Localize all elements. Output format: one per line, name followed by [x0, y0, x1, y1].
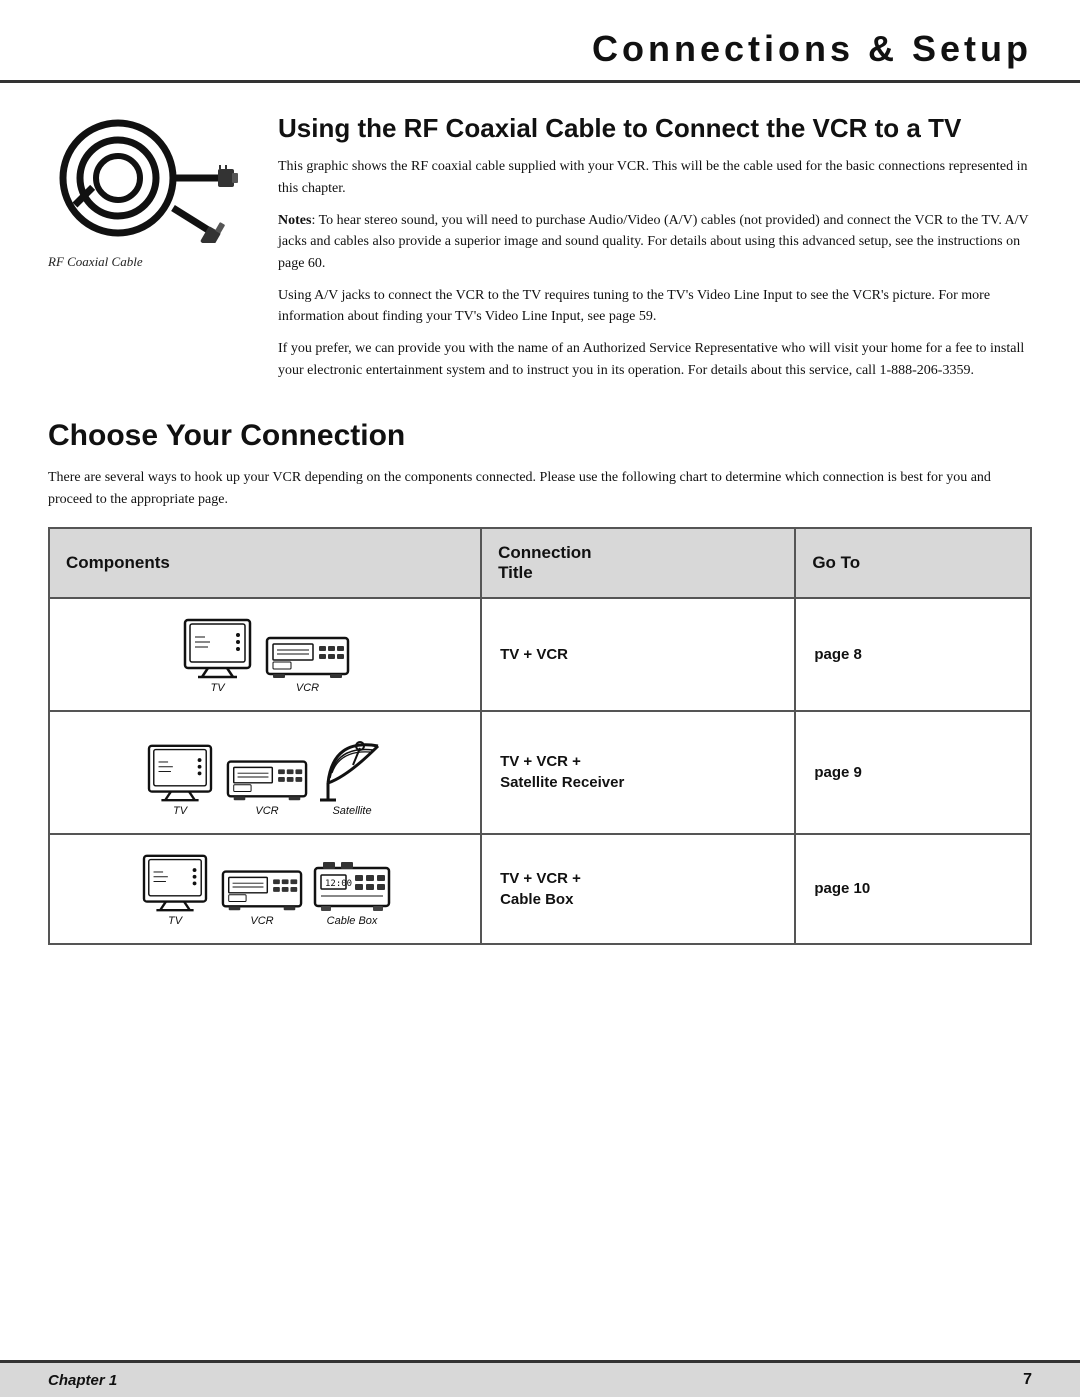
vcr-label-3: VCR — [250, 915, 273, 927]
components-cell-1: TV — [49, 598, 481, 711]
page-title: Connections & Setup — [48, 28, 1032, 70]
rf-caption: RF Coaxial Cable — [48, 254, 248, 270]
rf-cable-image — [48, 113, 238, 243]
choose-title: Choose Your Connection — [48, 419, 1032, 453]
tv-icon-2 — [144, 741, 216, 803]
rf-paragraph-3: Using A/V jacks to connect the VCR to th… — [278, 285, 1032, 328]
connection-table: Components ConnectionTitle Go To — [48, 527, 1032, 945]
table-row: TV — [49, 598, 1031, 711]
goto-cell-1: page 8 — [795, 598, 1031, 711]
page-header: Connections & Setup — [0, 0, 1080, 83]
goto-cell-2: page 9 — [795, 711, 1031, 834]
tv-icon-3 — [139, 851, 211, 913]
cablebox-device: 12:00 — [313, 858, 391, 927]
vcr-device-2: VCR — [226, 753, 308, 817]
page-footer: Chapter 1 7 — [0, 1360, 1080, 1397]
cablebox-icon: 12:00 — [313, 858, 391, 913]
table-row: TV — [49, 834, 1031, 944]
title-cell-2: TV + VCR +Satellite Receiver — [481, 711, 795, 834]
vcr-icon-3 — [221, 863, 303, 913]
device-row-3: TV — [68, 851, 462, 927]
title-cell-3: TV + VCR +Cable Box — [481, 834, 795, 944]
choose-section: Choose Your Connection There are several… — [48, 419, 1032, 944]
tv-device-1: TV — [180, 615, 255, 694]
components-cell-2: TV — [49, 711, 481, 834]
vcr-label-1: VCR — [296, 682, 319, 694]
footer-chapter: Chapter 1 — [48, 1372, 117, 1389]
rf-paragraph-2: Notes: To hear stereo sound, you will ne… — [278, 210, 1032, 275]
goto-cell-3: page 10 — [795, 834, 1031, 944]
tv-label-3: TV — [168, 915, 182, 927]
rf-section: RF Coaxial Cable Using the RF Coaxial Ca… — [48, 113, 1032, 391]
device-row-1: TV — [68, 615, 462, 694]
tv-label-1: TV — [211, 682, 225, 694]
rf-text-column: Using the RF Coaxial Cable to Connect th… — [278, 113, 1032, 391]
rf-image-column: RF Coaxial Cable — [48, 113, 248, 391]
tv-icon-1 — [180, 615, 255, 680]
components-cell-3: TV — [49, 834, 481, 944]
rf-paragraph-4: If you prefer, we can provide you with t… — [278, 338, 1032, 381]
goto-header: Go To — [795, 528, 1031, 598]
vcr-icon-2 — [226, 753, 308, 803]
title-cell-1: TV + VCR — [481, 598, 795, 711]
device-row-2: TV — [68, 728, 462, 817]
svg-text:12:00: 12:00 — [325, 879, 352, 889]
tv-device-3: TV — [139, 851, 211, 927]
footer-page: 7 — [1023, 1371, 1032, 1389]
satellite-icon — [318, 728, 386, 803]
cablebox-label: Cable Box — [327, 915, 378, 927]
main-content: RF Coaxial Cable Using the RF Coaxial Ca… — [0, 83, 1080, 965]
choose-intro: There are several ways to hook up your V… — [48, 467, 1032, 510]
table-row: TV — [49, 711, 1031, 834]
table-header-row: Components ConnectionTitle Go To — [49, 528, 1031, 598]
tv-device-2: TV — [144, 741, 216, 817]
vcr-device-1: VCR — [265, 630, 350, 694]
vcr-device-3: VCR — [221, 863, 303, 927]
rf-paragraph-1: This graphic shows the RF coaxial cable … — [278, 156, 1032, 199]
satellite-label: Satellite — [332, 805, 371, 817]
rf-section-title: Using the RF Coaxial Cable to Connect th… — [278, 113, 1032, 144]
tv-label-2: TV — [173, 805, 187, 817]
satellite-device: Satellite — [318, 728, 386, 817]
connection-title-header: ConnectionTitle — [481, 528, 795, 598]
vcr-icon-1 — [265, 630, 350, 680]
vcr-label-2: VCR — [255, 805, 278, 817]
components-header: Components — [49, 528, 481, 598]
